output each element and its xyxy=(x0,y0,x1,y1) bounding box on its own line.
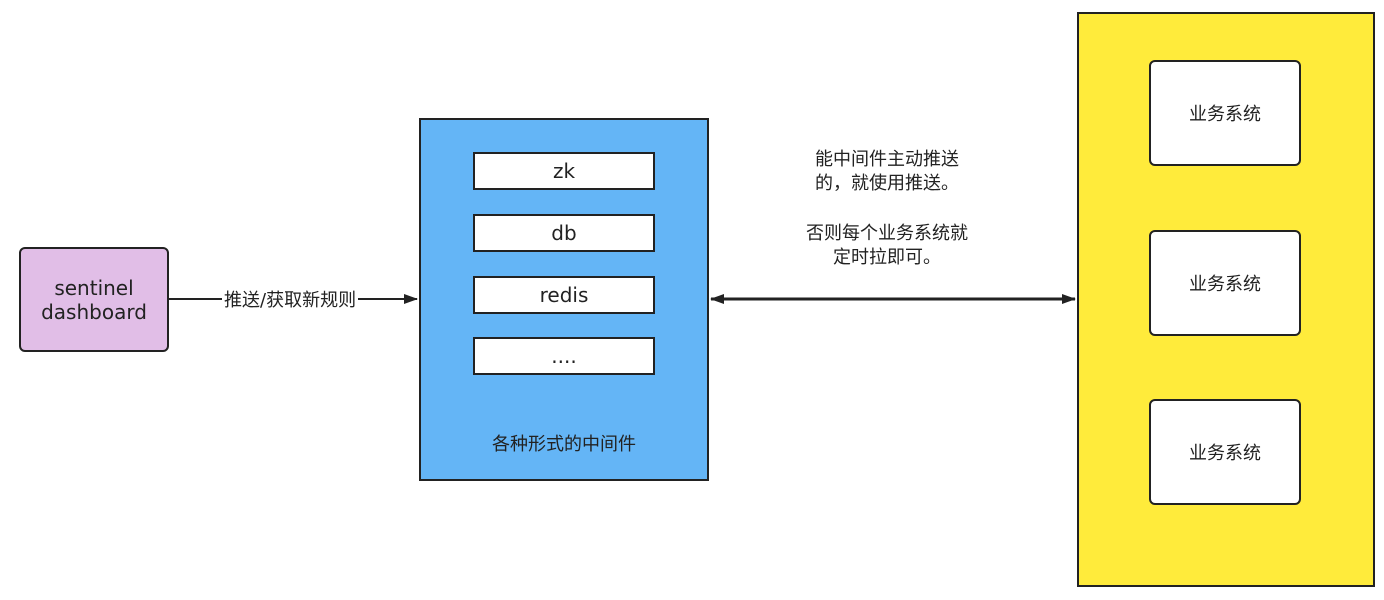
note-push-line1: 能中间件主动推送 xyxy=(815,149,959,170)
edge-label-push-fetch-rules: 推送/获取新规则 xyxy=(222,289,359,313)
note-pull: 否则每个业务系统就 定时拉即可。 xyxy=(777,222,997,270)
note-push-line2: 的，就使用推送。 xyxy=(815,173,959,194)
middleware-item-more: .... xyxy=(473,337,655,375)
sentinel-label-line1: sentinel xyxy=(54,275,134,300)
middleware-item-db: db xyxy=(473,214,655,252)
business-system-2: 业务系统 xyxy=(1149,230,1301,336)
note-push: 能中间件主动推送 的，就使用推送。 xyxy=(777,148,997,196)
note-pull-line1: 否则每个业务系统就 xyxy=(806,223,968,244)
business-system-1: 业务系统 xyxy=(1149,60,1301,166)
sentinel-label-line2: dashboard xyxy=(41,299,147,324)
sentinel-dashboard-node: sentinel dashboard xyxy=(19,247,169,352)
business-system-3: 业务系统 xyxy=(1149,399,1301,505)
middleware-label: 各种形式的中间件 xyxy=(492,434,636,455)
note-pull-line2: 定时拉即可。 xyxy=(833,247,941,268)
middleware-item-redis: redis xyxy=(473,276,655,314)
middleware-item-zk: zk xyxy=(473,152,655,190)
